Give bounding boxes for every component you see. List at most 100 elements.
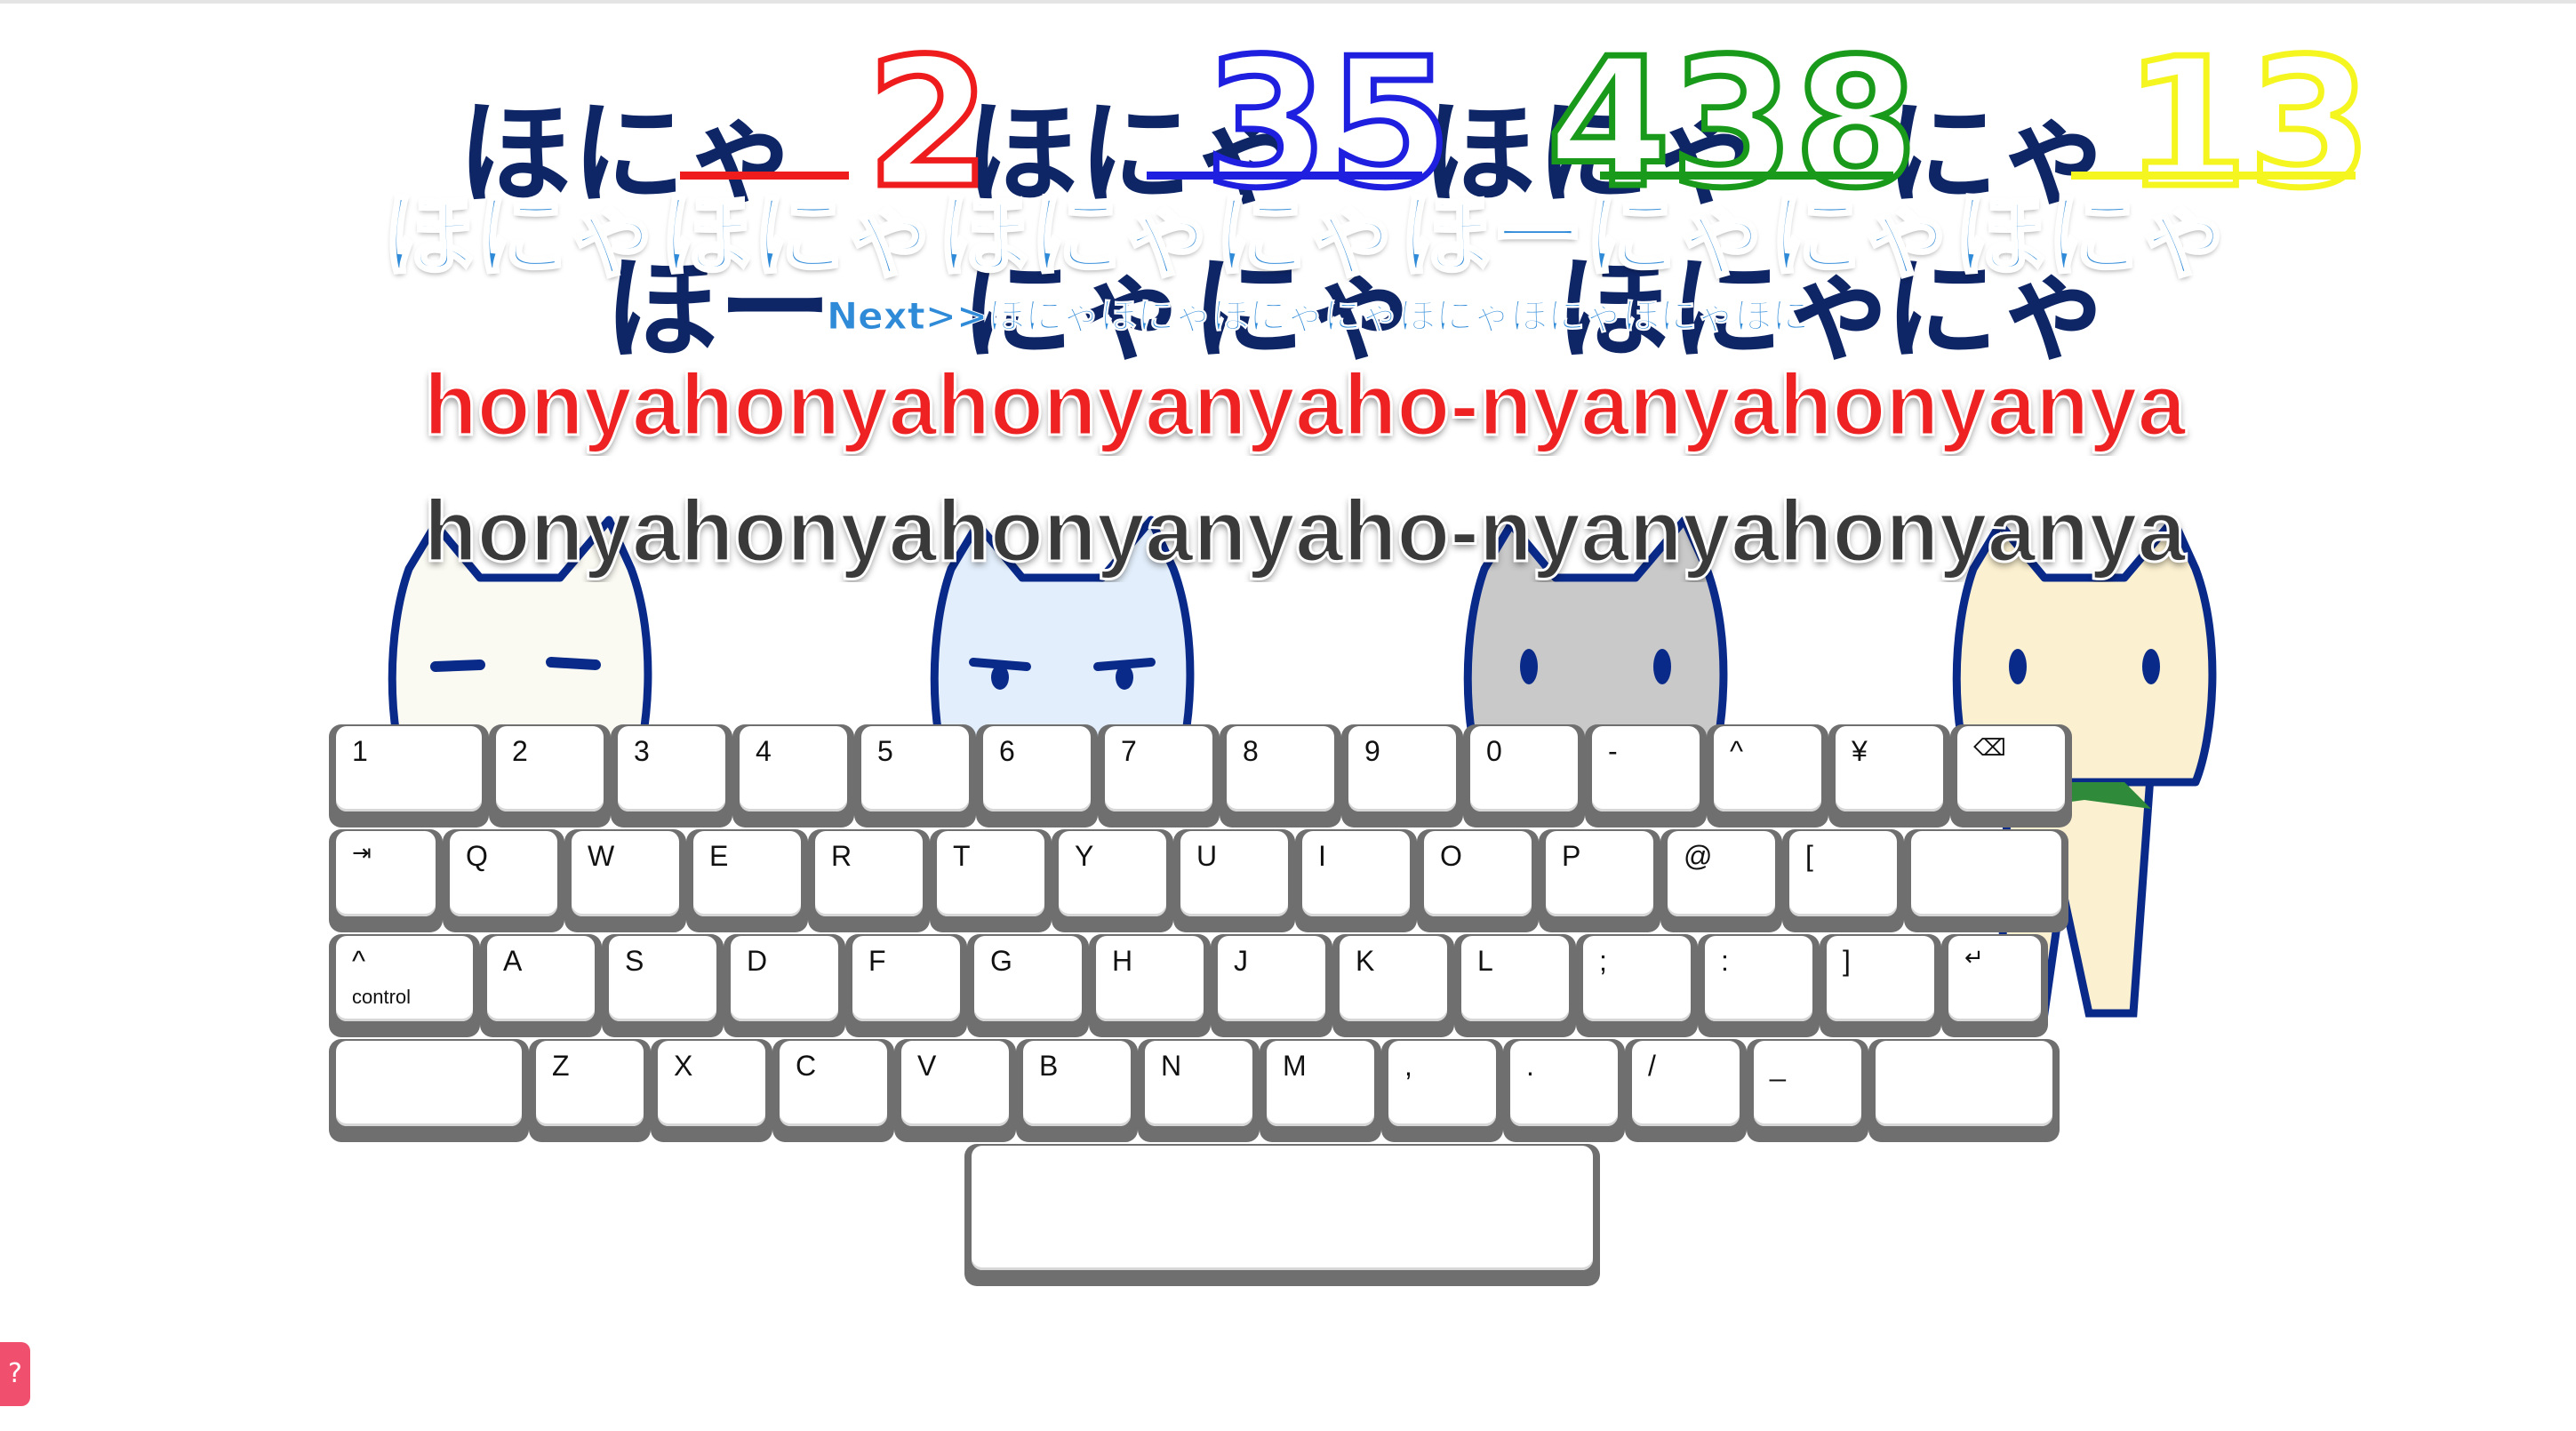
key-label: Q (466, 840, 488, 872)
key-[[interactable]: [ (1782, 829, 1904, 932)
key-/[interactable]: / (1625, 1039, 1747, 1142)
key-A[interactable]: A (480, 934, 602, 1037)
keycap: Y (1059, 831, 1166, 916)
tab-icon: ⇥ (352, 840, 372, 867)
key-label: K (1356, 945, 1375, 977)
tab-key[interactable]: ⇥ (329, 829, 443, 932)
key-blank[interactable] (964, 1144, 1600, 1286)
keycap: 1 (336, 726, 482, 811)
key-label: 2 (512, 735, 528, 767)
key-V[interactable]: V (894, 1039, 1016, 1142)
key-blank[interactable] (1904, 829, 2068, 932)
key-0[interactable]: 0 (1463, 724, 1585, 827)
key-J[interactable]: J (1211, 934, 1332, 1037)
key-,[interactable]: , (1381, 1039, 1503, 1142)
key-label: @ (1684, 840, 1713, 872)
key-label: S (625, 945, 644, 977)
key-label: B (1039, 1050, 1059, 1082)
keycap: W (572, 831, 679, 916)
help-icon: ? (8, 1358, 22, 1389)
key-label: / (1648, 1050, 1656, 1082)
key-label: Z (552, 1050, 570, 1082)
key-.[interactable]: . (1503, 1039, 1625, 1142)
return-key[interactable]: ↵ (1941, 934, 2048, 1037)
key-F[interactable]: F (845, 934, 967, 1037)
key-3[interactable]: 3 (611, 724, 732, 827)
backspace-key[interactable]: ⌫ (1950, 724, 2072, 827)
keycap (336, 1041, 522, 1126)
key-sublabel: control (352, 986, 412, 1008)
key-5[interactable]: 5 (854, 724, 976, 827)
keycap: L (1461, 936, 1569, 1021)
key-8[interactable]: 8 (1220, 724, 1341, 827)
key-C[interactable]: C (772, 1039, 894, 1142)
key-label: D (747, 945, 768, 977)
key--[interactable]: - (1585, 724, 1707, 827)
keycap: E (693, 831, 801, 916)
key-4[interactable]: 4 (732, 724, 854, 827)
key-][interactable]: ] (1820, 934, 1941, 1037)
key-^[interactable]: ^ control (329, 934, 480, 1037)
key-E[interactable]: E (686, 829, 808, 932)
key-label: C (796, 1050, 817, 1082)
key-blank[interactable] (1868, 1039, 2060, 1142)
keycap: , (1388, 1041, 1496, 1126)
key-S[interactable]: S (602, 934, 724, 1037)
key-_[interactable]: _ (1747, 1039, 1868, 1142)
key-label: 6 (999, 735, 1015, 767)
key-U[interactable]: U (1173, 829, 1295, 932)
keycap: ¥ (1836, 726, 1943, 811)
keycap: / (1632, 1041, 1740, 1126)
key-L[interactable]: L (1454, 934, 1576, 1037)
key-B[interactable]: B (1016, 1039, 1138, 1142)
key-@[interactable]: @ (1660, 829, 1782, 932)
keycap: 5 (861, 726, 969, 811)
key-O[interactable]: O (1417, 829, 1539, 932)
key-9[interactable]: 9 (1341, 724, 1463, 827)
keycap (1911, 831, 2061, 916)
keycap: : (1705, 936, 1812, 1021)
keycap (1876, 1041, 2052, 1126)
key-label: U (1196, 840, 1218, 872)
key-label: F (868, 945, 886, 977)
key-¥[interactable]: ¥ (1828, 724, 1950, 827)
key-W[interactable]: W (564, 829, 686, 932)
key-;[interactable]: ; (1576, 934, 1698, 1037)
keycap: ^ (1714, 726, 1821, 811)
key-label: ; (1599, 945, 1607, 977)
key-1[interactable]: 1 (329, 724, 489, 827)
key-7[interactable]: 7 (1098, 724, 1220, 827)
key-I[interactable]: I (1295, 829, 1417, 932)
key-T[interactable]: T (930, 829, 1052, 932)
key-X[interactable]: X (651, 1039, 772, 1142)
key-R[interactable]: R (808, 829, 930, 932)
key-D[interactable]: D (724, 934, 845, 1037)
key-6[interactable]: 6 (976, 724, 1098, 827)
key-label: 1 (352, 735, 368, 767)
key-blank[interactable] (329, 1039, 529, 1142)
current-kana-line: ほにゃほにゃほにゃにゃほーにゃにゃほにゃにゃ (382, 180, 2231, 292)
key-2[interactable]: 2 (489, 724, 611, 827)
key-label: G (990, 945, 1012, 977)
key-K[interactable]: K (1332, 934, 1454, 1037)
key-label: J (1234, 945, 1248, 977)
key-label: , (1404, 1050, 1412, 1082)
key-M[interactable]: M (1260, 1039, 1381, 1142)
keycap: S (609, 936, 716, 1021)
key-label: V (917, 1050, 937, 1082)
key-label: H (1112, 945, 1133, 977)
key-N[interactable]: N (1138, 1039, 1260, 1142)
keycap: N (1145, 1041, 1252, 1126)
key-label: 4 (756, 735, 772, 767)
key-Z[interactable]: Z (529, 1039, 651, 1142)
key-:[interactable]: : (1698, 934, 1820, 1037)
key-Y[interactable]: Y (1052, 829, 1173, 932)
key-^[interactable]: ^ (1707, 724, 1828, 827)
key-H[interactable]: H (1089, 934, 1211, 1037)
key-label: R (831, 840, 852, 872)
key-G[interactable]: G (967, 934, 1089, 1037)
key-Q[interactable]: Q (443, 829, 564, 932)
help-button[interactable]: ? (0, 1342, 30, 1406)
key-P[interactable]: P (1539, 829, 1660, 932)
key-label: E (709, 840, 729, 872)
